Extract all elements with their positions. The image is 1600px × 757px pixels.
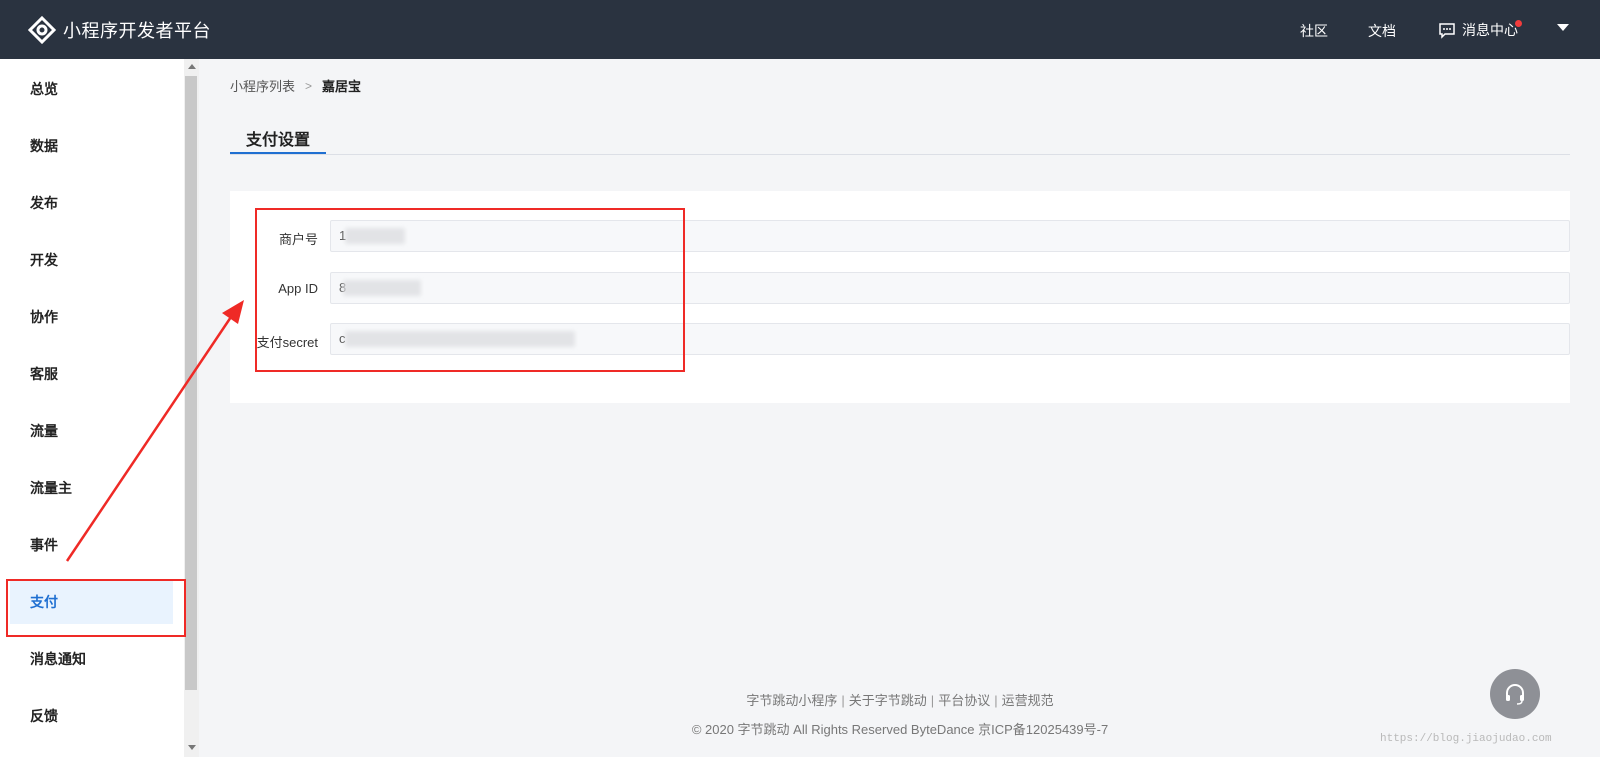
sidebar-item-traffic[interactable]: 流量 xyxy=(0,409,184,453)
platform-title[interactable]: 小程序开发者平台 xyxy=(63,17,211,43)
scroll-up-icon[interactable] xyxy=(188,64,196,69)
top-bar: 小程序开发者平台 社区 文档 消息中心 xyxy=(0,0,1600,59)
highlight-box-payment xyxy=(6,579,186,637)
highlight-box-form xyxy=(255,208,685,372)
footer-link-agreement[interactable]: 平台协议 xyxy=(938,693,990,708)
sidebar-item-publish[interactable]: 发布 xyxy=(0,181,184,225)
message-center-button[interactable]: 消息中心 xyxy=(1438,20,1518,40)
nav-docs-link[interactable]: 文档 xyxy=(1368,21,1396,41)
sidebar-item-notifications[interactable]: 消息通知 xyxy=(0,637,184,681)
watermark: https://blog.jiaojudao.com xyxy=(1380,733,1552,745)
footer-separator: | xyxy=(841,693,845,708)
tabs-divider xyxy=(230,154,1570,155)
active-tab-indicator xyxy=(230,152,326,154)
headset-icon xyxy=(1506,684,1524,705)
tab-payment-settings[interactable]: 支付设置 xyxy=(246,126,310,150)
chevron-right-icon: > xyxy=(305,78,313,93)
message-center-label: 消息中心 xyxy=(1462,22,1518,38)
sidebar-item-customer-service[interactable]: 客服 xyxy=(0,352,184,396)
breadcrumb-current: 嘉居宝 xyxy=(322,79,362,94)
account-dropdown-icon[interactable] xyxy=(1557,24,1569,31)
logo-icon[interactable] xyxy=(28,16,56,44)
copyright: © 2020 字节跳动 All Rights Reserved ByteDanc… xyxy=(691,722,1109,737)
message-icon xyxy=(1439,23,1455,39)
footer-link-bytedance-mp[interactable]: 字节跳动小程序 xyxy=(746,693,837,708)
sidebar-item-overview[interactable]: 总览 xyxy=(0,67,184,111)
sidebar-item-develop[interactable]: 开发 xyxy=(0,238,184,282)
footer-link-rules[interactable]: 运营规范 xyxy=(1002,693,1054,708)
customer-support-button[interactable] xyxy=(1490,669,1540,719)
breadcrumb-app-list[interactable]: 小程序列表 xyxy=(230,76,295,95)
nav-community-link[interactable]: 社区 xyxy=(1300,21,1328,41)
unread-dot xyxy=(1515,20,1522,27)
sidebar-item-events[interactable]: 事件 xyxy=(0,523,184,567)
footer-separator: | xyxy=(930,693,935,708)
footer-link-about[interactable]: 关于字节跳动 xyxy=(849,693,927,708)
sidebar-scrollbar-thumb[interactable] xyxy=(185,76,197,690)
breadcrumb: 小程序列表 > 嘉居宝 xyxy=(230,76,361,95)
sidebar: 总览 数据 发布 开发 协作 客服 流量 流量主 事件 支付 消息通知 反馈 xyxy=(0,59,184,757)
sidebar-item-data[interactable]: 数据 xyxy=(0,124,184,168)
sidebar-item-traffic-owner[interactable]: 流量主 xyxy=(0,466,184,510)
footer-separator: | xyxy=(994,693,998,708)
scroll-down-icon[interactable] xyxy=(188,745,196,750)
footer-links: 字节跳动小程序 | 关于字节跳动 | 平台协议 | 运营规范 xyxy=(0,690,1600,709)
sidebar-item-collaborate[interactable]: 协作 xyxy=(0,295,184,339)
